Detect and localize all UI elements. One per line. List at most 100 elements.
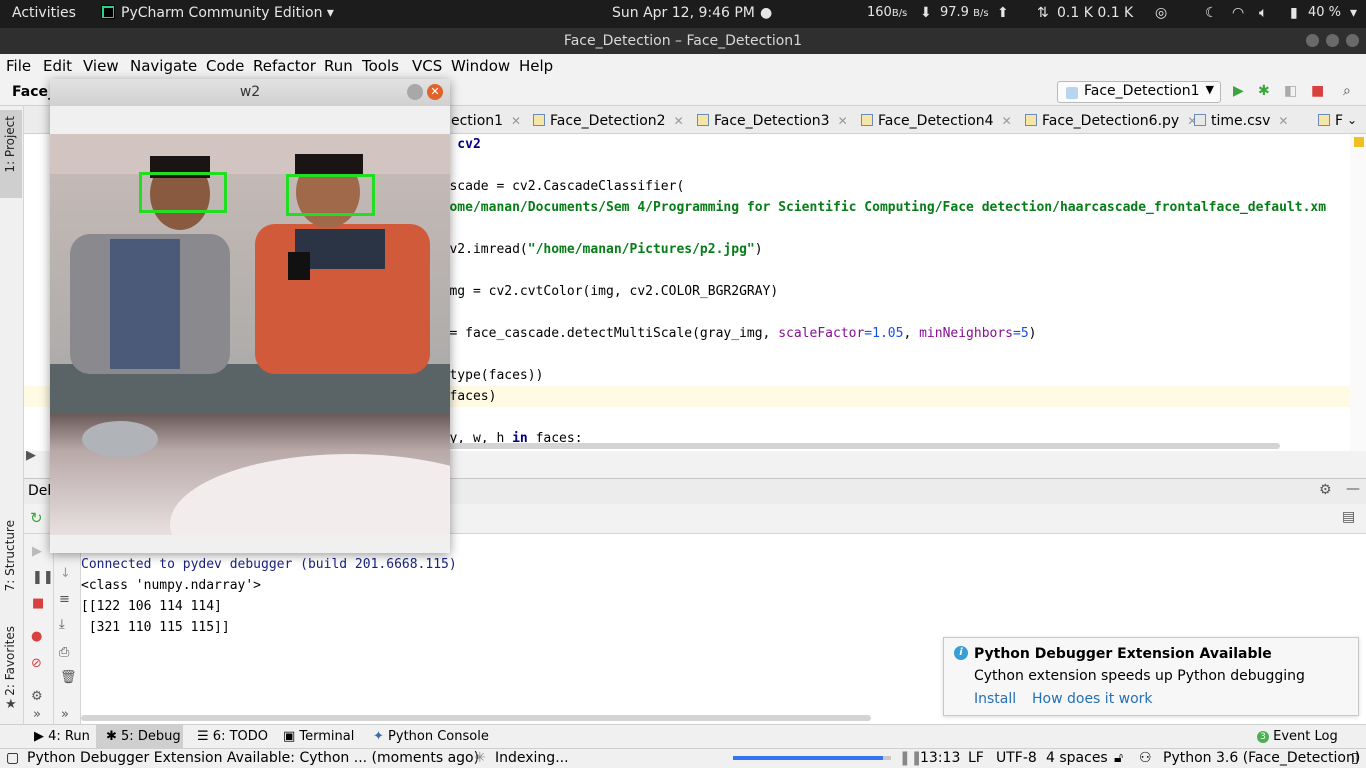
close-icon[interactable]: ✕: [674, 114, 684, 128]
tab-label: ection1: [451, 113, 504, 129]
step-down-icon[interactable]: ↓: [60, 566, 71, 581]
project-tool-tab[interactable]: 1: Project: [3, 116, 17, 173]
run-tool-tab[interactable]: ▶ 4: Run: [34, 729, 90, 744]
tab-face-detection2[interactable]: Face_Detection2 ✕: [533, 113, 684, 129]
volume-icon[interactable]: 🔈︎: [1259, 5, 1267, 21]
more-icon[interactable]: »: [61, 707, 69, 722]
indent-setting[interactable]: 4 spaces: [1046, 750, 1108, 766]
menu-file[interactable]: File: [6, 57, 31, 75]
minimize-button[interactable]: [407, 84, 423, 100]
image-window-titlebar[interactable]: w2: [50, 79, 450, 106]
menu-tools[interactable]: Tools: [362, 57, 399, 75]
console-horizontal-scrollbar[interactable]: [81, 715, 871, 721]
close-button[interactable]: ✕: [427, 84, 443, 100]
tab-face-detection4[interactable]: Face_Detection4 ✕: [861, 113, 1012, 129]
how-it-works-link[interactable]: How does it work: [1032, 691, 1153, 707]
status-square-icon[interactable]: ▢: [6, 750, 19, 766]
structure-tool-tab[interactable]: 7: Structure: [3, 520, 17, 591]
python-file-icon: [1025, 114, 1037, 126]
night-light-icon[interactable]: ☾: [1205, 5, 1218, 21]
debug-tool-tab[interactable]: ✱ 5: Debug: [106, 729, 181, 744]
download-arrow-icon: ⬇: [920, 5, 932, 21]
menu-run[interactable]: Run: [324, 57, 353, 75]
clock[interactable]: Sun Apr 12, 9:46 PM: [612, 5, 755, 21]
editor-horizontal-scrollbar[interactable]: [446, 443, 1280, 449]
scroll-to-end-icon[interactable]: ⤓: [59, 617, 65, 632]
clear-trash-icon[interactable]: 🗑︎: [60, 670, 77, 685]
close-icon[interactable]: ✕: [1278, 114, 1288, 128]
tab-time-csv[interactable]: time.csv ✕: [1194, 113, 1288, 129]
print-icon[interactable]: ⎙: [59, 645, 69, 660]
tab-overflow[interactable]: F: [1318, 113, 1343, 129]
run-config-select[interactable]: Face_Detection1 ▼: [1057, 81, 1221, 103]
run-icon: ▶: [34, 729, 49, 744]
line-separator[interactable]: LF: [968, 750, 984, 766]
menu-view[interactable]: View: [83, 57, 119, 75]
tab-face-detection3[interactable]: Face_Detection3 ✕: [697, 113, 848, 129]
system-menu-chevron-icon[interactable]: ▾: [1350, 5, 1357, 21]
file-encoding[interactable]: UTF-8: [996, 750, 1037, 766]
detected-faces-photo: [50, 134, 450, 535]
stop-icon[interactable]: ■: [32, 596, 44, 611]
python-console-tool-tab[interactable]: ✦ Python Console: [373, 729, 489, 744]
caret-position[interactable]: 13:13: [920, 750, 960, 766]
todo-tool-tab[interactable]: ☰ 6: TODO: [197, 729, 268, 744]
menu-help[interactable]: Help: [519, 57, 553, 75]
tabs-chevron-icon[interactable]: ⌄: [1347, 113, 1357, 127]
menu-refactor[interactable]: Refactor: [253, 57, 316, 75]
favorites-tool-tab[interactable]: 2: Favorites: [3, 626, 17, 696]
settings-gear-icon[interactable]: ⚙: [1319, 482, 1332, 498]
rerun-icon[interactable]: ↻: [30, 509, 43, 527]
view-breakpoints-icon[interactable]: ●: [31, 629, 42, 644]
memory-icon[interactable]: ▯: [1351, 750, 1359, 766]
hide-panel-icon[interactable]: —: [1346, 481, 1360, 497]
app-menu[interactable]: PyCharm Community Edition ▾: [101, 5, 334, 21]
menu-window[interactable]: Window: [451, 57, 510, 75]
tab-label: Face_Detection3: [714, 113, 830, 129]
wifi-icon[interactable]: ◠: [1232, 5, 1244, 21]
settings-icon[interactable]: ⚙: [31, 689, 43, 704]
close-icon[interactable]: ✕: [1002, 114, 1012, 128]
terminal-tool-tab[interactable]: ▣ Terminal: [283, 729, 354, 744]
close-button[interactable]: [1346, 34, 1359, 47]
run-icon[interactable]: ▶: [1233, 83, 1244, 99]
net-up: 160B/s: [867, 5, 907, 20]
pause-icon[interactable]: ❚❚: [32, 570, 54, 585]
debug-bug-icon[interactable]: ✱: [1258, 83, 1270, 99]
event-log-tool-tab[interactable]: 3 Event Log: [1257, 729, 1338, 744]
more-icon[interactable]: »: [33, 707, 41, 722]
resume-icon[interactable]: ▶: [32, 544, 42, 559]
search-icon[interactable]: ⌕: [1343, 83, 1351, 99]
soft-wrap-icon[interactable]: ≡: [59, 592, 70, 607]
activities-button[interactable]: Activities: [12, 5, 76, 21]
menu-edit[interactable]: Edit: [43, 57, 72, 75]
minimize-button[interactable]: [1306, 34, 1319, 47]
layout-icon[interactable]: ▤: [1342, 509, 1355, 525]
tab-face-detection6[interactable]: Face_Detection6.py ✕: [1025, 113, 1197, 129]
update-icon[interactable]: ◎: [1155, 5, 1167, 21]
lock-icon[interactable]: 🔓︎: [1114, 750, 1123, 766]
battery-icon[interactable]: ▮: [1290, 5, 1298, 21]
run-config-label: Face_Detection1: [1084, 83, 1200, 99]
stop-icon[interactable]: ■: [1311, 83, 1324, 99]
python-icon: ✦: [373, 729, 389, 744]
tab-face-detection1[interactable]: ection1 ✕: [451, 113, 521, 129]
status-message[interactable]: Python Debugger Extension Available: Cyt…: [27, 750, 479, 766]
pause-indexing-icon[interactable]: ❚❚: [899, 750, 922, 766]
menu-vcs[interactable]: VCS: [412, 57, 442, 75]
close-icon[interactable]: ✕: [511, 114, 521, 128]
warning-marker-icon[interactable]: [1354, 137, 1364, 147]
coverage-icon[interactable]: ◧: [1284, 83, 1297, 99]
close-icon[interactable]: ✕: [838, 114, 848, 128]
menu-code[interactable]: Code: [206, 57, 244, 75]
install-link[interactable]: Install: [974, 691, 1016, 707]
interpreter[interactable]: Python 3.6 (Face_Detection): [1163, 750, 1360, 766]
code-string: "/home/manan/Pictures/p2.jpg": [527, 242, 755, 257]
menu-navigate[interactable]: Navigate: [130, 57, 197, 75]
photo-illustration: [50, 134, 450, 535]
tab-label: Face_Detection2: [550, 113, 666, 129]
maximize-button[interactable]: [1326, 34, 1339, 47]
mute-breakpoints-icon[interactable]: ⊘: [31, 656, 42, 671]
code-line: y_img = cv2.cvtColor(img, cv2.COLOR_BGR2…: [426, 284, 779, 299]
breadcrumb[interactable]: Face_: [12, 84, 55, 100]
